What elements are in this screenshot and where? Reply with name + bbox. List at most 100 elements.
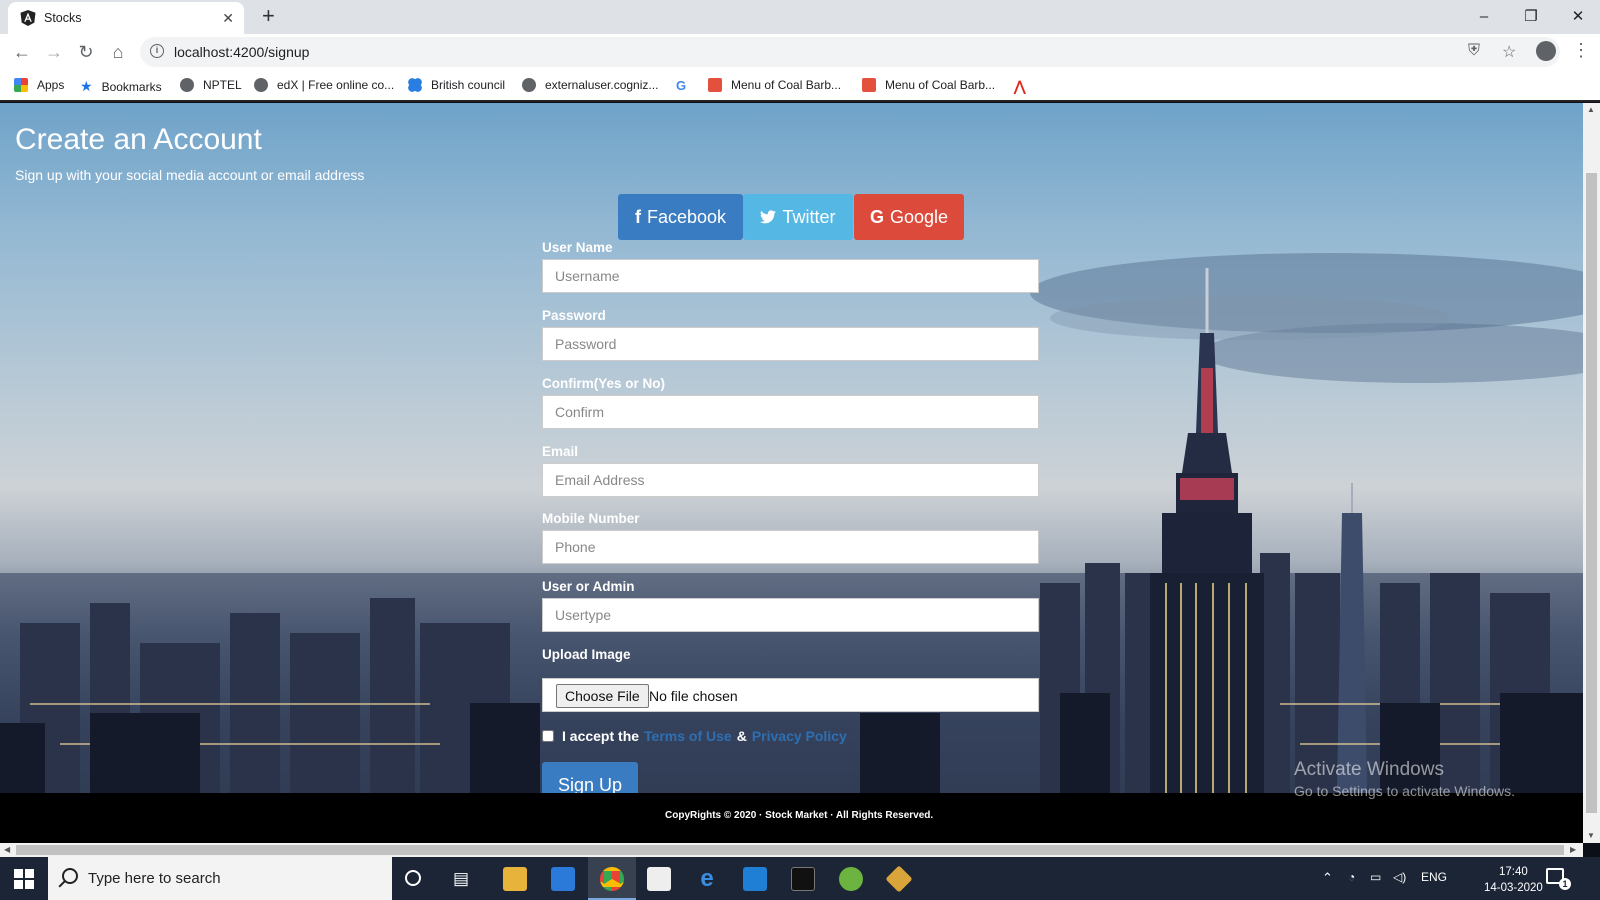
window-close-icon[interactable]: ✕ xyxy=(1558,4,1598,30)
twitter-button[interactable]: Twitter xyxy=(743,194,853,240)
clock-time: 17:40 xyxy=(1499,866,1528,878)
vscode-icon[interactable] xyxy=(743,867,767,891)
twitter-icon xyxy=(760,210,777,224)
privacy-policy-link[interactable]: Privacy Policy xyxy=(752,728,847,744)
bookmarks-bar: Apps ★ Bookmarks NPTEL edX | Free online… xyxy=(0,70,1600,102)
page-subtitle: Sign up with your social media account o… xyxy=(15,167,365,183)
bookmark-nptel[interactable]: NPTEL xyxy=(180,78,242,92)
chrome-icon[interactable] xyxy=(600,867,624,891)
site-info-icon[interactable]: i xyxy=(150,44,164,58)
usertype-label: User or Admin xyxy=(542,579,635,594)
browser-menu-icon[interactable]: ⋮ xyxy=(1572,40,1590,60)
terminal-icon[interactable] xyxy=(791,867,815,891)
address-bar[interactable]: i localhost:4200/signup ⛨ ☆ xyxy=(140,37,1560,67)
translate-icon[interactable]: ⛨ xyxy=(1468,42,1480,60)
scroll-right-icon[interactable]: ▶ xyxy=(1570,845,1576,854)
minimize-icon[interactable]: – xyxy=(1464,4,1504,30)
activate-windows-title: Activate Windows xyxy=(1294,759,1444,780)
scroll-left-icon[interactable]: ◀ xyxy=(4,845,10,854)
confirm-label: Confirm(Yes or No) xyxy=(542,376,666,391)
forward-icon[interactable]: → xyxy=(42,40,66,64)
windows-taskbar: Type here to search ▤ e ⌃ ◔ ▭ ◁) ENG 17:… xyxy=(0,857,1600,900)
activate-windows-text: Go to Settings to activate Windows. xyxy=(1294,783,1515,799)
taskbar-search[interactable]: Type here to search xyxy=(48,857,392,900)
horizontal-scroll-thumb[interactable] xyxy=(16,845,1564,855)
facebook-icon: f xyxy=(634,206,641,227)
google-button[interactable]: G Google xyxy=(854,194,964,240)
username-input[interactable] xyxy=(542,259,1039,293)
usertype-input[interactable] xyxy=(542,598,1039,632)
url-text[interactable]: localhost:4200/signup xyxy=(174,44,309,60)
battery-icon[interactable]: ▭ xyxy=(1370,870,1381,884)
scroll-down-icon[interactable]: ▼ xyxy=(1587,831,1595,840)
bookmark-edx[interactable]: edX | Free online co... xyxy=(254,78,394,92)
globe-icon xyxy=(254,78,268,92)
bookmark-star-icon[interactable]: ☆ xyxy=(1502,42,1516,62)
reload-icon[interactable]: ↻ xyxy=(74,40,98,64)
globe-icon xyxy=(522,78,536,92)
task-view-icon[interactable]: ▤ xyxy=(453,869,469,889)
spring-tool-icon[interactable] xyxy=(839,867,863,891)
vertical-scrollbar[interactable]: ▲ ▼ xyxy=(1583,103,1600,843)
bookmark-bookmarks[interactable]: ★ Bookmarks xyxy=(80,78,162,95)
terms-checkbox[interactable] xyxy=(542,730,554,742)
star-icon: ★ xyxy=(80,78,93,94)
google-g-icon: G xyxy=(676,78,687,93)
bookmark-apps[interactable]: Apps xyxy=(14,78,64,92)
facebook-button[interactable]: f Facebook xyxy=(618,194,743,240)
network-icon[interactable]: ◔ xyxy=(1348,870,1355,884)
choose-file-button[interactable]: Choose File xyxy=(556,684,649,708)
password-input[interactable] xyxy=(542,327,1039,361)
menu-app-icon xyxy=(708,78,722,92)
bookmark-menu-coal-2[interactable]: Menu of Coal Barb... xyxy=(862,78,995,92)
restore-icon[interactable]: ❐ xyxy=(1511,4,1551,30)
windows-start-icon[interactable] xyxy=(14,869,34,889)
email-input[interactable] xyxy=(542,463,1039,497)
bookmark-british-council[interactable]: British council xyxy=(408,78,505,92)
upload-label: Upload Image xyxy=(542,647,631,662)
bookmark-google[interactable]: G xyxy=(676,78,686,93)
bookmark-externaluser[interactable]: externaluser.cogniz... xyxy=(522,78,658,92)
password-label: Password xyxy=(542,308,606,323)
mobile-label: Mobile Number xyxy=(542,511,640,526)
tab-title: Stocks xyxy=(44,11,82,25)
vertical-scroll-thumb[interactable] xyxy=(1586,173,1597,813)
store-icon[interactable] xyxy=(647,867,671,891)
page-title: Create an Account xyxy=(15,123,262,156)
adobe-icon: ⋀ xyxy=(1014,78,1026,94)
tray-chevron-icon[interactable]: ⌃ xyxy=(1322,870,1333,886)
angular-icon xyxy=(20,10,36,26)
mail-icon[interactable] xyxy=(551,867,575,891)
phone-input[interactable] xyxy=(542,530,1039,564)
browser-tab[interactable]: Stocks ✕ xyxy=(8,2,244,34)
horizontal-scrollbar[interactable]: ◀ ▶ xyxy=(0,843,1583,857)
username-label: User Name xyxy=(542,240,613,255)
git-icon[interactable] xyxy=(885,865,913,893)
home-icon[interactable]: ⌂ xyxy=(106,40,130,64)
volume-icon[interactable]: ◁) xyxy=(1393,870,1406,884)
close-tab-icon[interactable]: ✕ xyxy=(222,10,234,26)
footer: CopyRights © 2020 · Stock Market · All R… xyxy=(0,793,1583,843)
apps-grid-icon xyxy=(14,78,28,92)
cortana-icon[interactable] xyxy=(405,870,421,886)
language-indicator[interactable]: ENG xyxy=(1421,870,1447,884)
google-icon: G xyxy=(869,206,884,227)
bookmark-adobe[interactable]: ⋀ xyxy=(1014,78,1025,95)
globe-icon xyxy=(180,78,194,92)
back-icon[interactable]: ← xyxy=(10,40,34,64)
new-tab-icon[interactable]: + xyxy=(262,5,275,27)
terms-and: & xyxy=(736,728,747,744)
file-explorer-icon[interactable] xyxy=(503,867,527,891)
footer-copyright: CopyRights © 2020 · Stock Market · All R… xyxy=(665,810,934,821)
terms-row: I accept the Terms of Use & Privacy Poli… xyxy=(542,728,852,744)
clock[interactable]: 17:40 14-03-2020 xyxy=(1484,864,1543,896)
bookmark-menu-coal-1[interactable]: Menu of Coal Barb... xyxy=(708,78,841,92)
scroll-up-icon[interactable]: ▲ xyxy=(1587,105,1595,114)
terms-prefix: I accept the xyxy=(562,728,640,744)
terms-of-use-link[interactable]: Terms of Use xyxy=(644,728,732,744)
email-label: Email xyxy=(542,444,579,459)
signup-page: Create an Account Sign up with your soci… xyxy=(0,103,1583,843)
edge-icon[interactable]: e xyxy=(695,867,719,891)
confirm-input[interactable] xyxy=(542,395,1039,429)
profile-icon[interactable] xyxy=(1536,41,1556,61)
